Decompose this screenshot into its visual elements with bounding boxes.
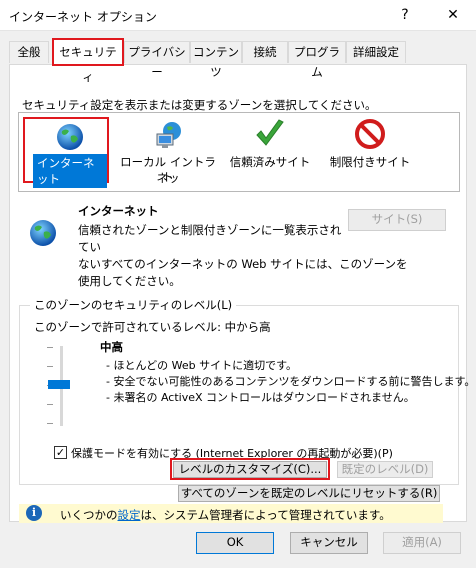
tab-advanced[interactable]: 詳細設定 <box>346 41 406 63</box>
zone-internet[interactable]: インターネット <box>23 117 109 188</box>
zone-instruction: セキュリティ設定を表示または変更するゾーンを選択してください。 <box>22 98 377 112</box>
apply-button[interactable]: 適用(A) <box>383 532 461 554</box>
ok-button[interactable]: OK <box>196 532 274 554</box>
settings-link[interactable]: 設定 <box>118 508 141 522</box>
level-bullet: - 未署名の ActiveX コントロールはダウンロードされません。 <box>106 391 415 404</box>
security-level-slider-thumb[interactable] <box>48 380 70 389</box>
checkmark-icon <box>256 119 284 146</box>
cancel-button[interactable]: キャンセル <box>290 532 368 554</box>
slider-tick <box>47 423 53 424</box>
slider-tick <box>47 404 53 405</box>
tab-programs[interactable]: プログラム <box>288 41 346 79</box>
zone-internet-label: インターネット <box>33 154 107 188</box>
globe-icon <box>57 124 83 150</box>
zone-restricted-sites[interactable]: 制限付きサイト <box>322 116 418 186</box>
sites-button[interactable]: サイト(S) <box>348 209 446 231</box>
tab-connections[interactable]: 接続 <box>242 41 288 63</box>
window-title: インターネット オプション <box>9 10 157 24</box>
zone-description-line: ないすべてのインターネットの Web サイトには、このゾーンを <box>78 257 408 271</box>
slider-tick <box>47 366 53 367</box>
zone-local-intranet[interactable]: ローカル イントラネッ ト <box>118 116 218 186</box>
zone-description-line: 使用してください。 <box>78 274 181 288</box>
slider-tick <box>47 347 53 348</box>
help-button[interactable]: ? <box>382 0 428 31</box>
tab-security[interactable]: セキュリティ <box>52 38 124 84</box>
custom-level-button[interactable]: レベルのカスタマイズ(C)... <box>173 461 327 478</box>
zone-description: 信頼されたゾーンと制限付きゾーンに一覧表示されてい ないすべてのインターネットの… <box>78 222 408 290</box>
managed-settings-text: いくつかの設定は、システム管理者によって管理されています。 <box>60 507 391 523</box>
intranet-icon <box>156 122 181 148</box>
info-text-suffix: は、システム管理者によって管理されています。 <box>140 508 391 522</box>
globe-icon <box>30 220 56 246</box>
level-description: - ほとんどの Web サイトに適切です。 - 安全でない可能性のあるコンテンツ… <box>106 358 475 406</box>
zone-trusted-sites[interactable]: 信頼済みサイト <box>222 116 318 186</box>
restricted-icon <box>355 119 385 149</box>
zone-intranet-label-2: ト <box>162 170 174 184</box>
close-button[interactable]: ✕ <box>430 0 476 31</box>
allowed-level-text: このゾーンで許可されているレベル: 中から高 <box>34 320 271 334</box>
security-level-legend: このゾーンのセキュリティのレベル(L) <box>30 297 237 313</box>
tab-content[interactable]: コンテンツ <box>190 41 242 79</box>
reset-all-zones-button[interactable]: すべてのゾーンを既定のレベルにリセットする(R) <box>178 485 440 502</box>
info-text-prefix: いくつかの <box>60 508 118 522</box>
info-icon: i <box>26 505 42 521</box>
zone-trusted-label: 信頼済みサイト <box>229 155 311 169</box>
protected-mode-checkbox[interactable]: ✓ <box>54 446 67 459</box>
zone-restricted-label: 制限付きサイト <box>329 155 411 169</box>
level-bullet: - 安全でない可能性のあるコンテンツをダウンロードする前に警告します。 <box>106 375 476 388</box>
zone-description-line: 信頼されたゾーンと制限付きゾーンに一覧表示されてい <box>78 223 342 254</box>
zone-title: インターネット <box>78 204 159 218</box>
default-level-button[interactable]: 既定のレベル(D) <box>337 461 433 478</box>
tab-privacy[interactable]: プライバシー <box>124 41 190 79</box>
tab-general[interactable]: 全般 <box>9 41 49 63</box>
level-bullet: - ほとんどの Web サイトに適切です。 <box>106 359 298 372</box>
level-name: 中高 <box>100 340 123 354</box>
